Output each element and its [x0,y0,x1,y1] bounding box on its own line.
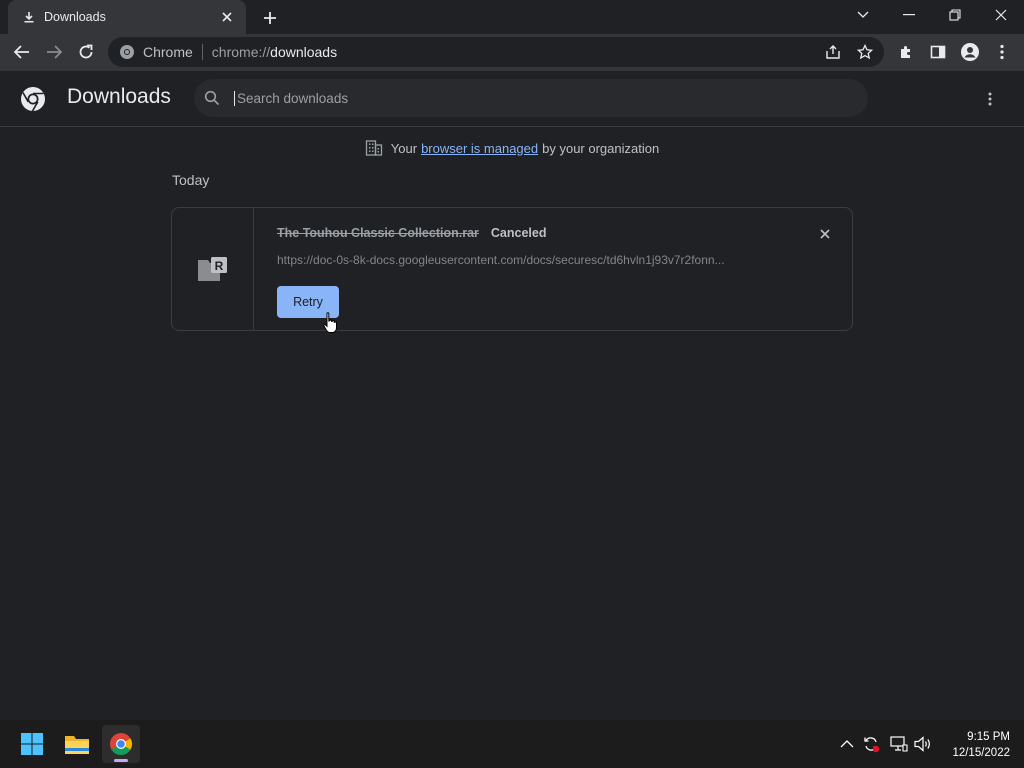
start-windows-icon[interactable] [13,725,51,763]
title-bar: Downloads [0,0,1024,34]
side-panel-icon[interactable] [923,37,953,67]
managed-prefix: Your [390,140,418,156]
back-button[interactable] [7,37,37,67]
file-name[interactable]: The Touhou Classic Collection.rar [277,226,479,240]
tab-search-chevron-down-icon[interactable] [840,0,886,30]
tab-downloads[interactable]: Downloads [8,0,246,34]
chrome-taskbar-icon[interactable] [102,725,140,763]
search-input[interactable] [234,90,834,106]
url-host: downloads [270,44,338,60]
tab-title: Downloads [44,10,106,24]
search-box[interactable] [194,79,868,117]
managed-notice: Your browser is managed by your organiza… [0,139,1024,157]
restore-button[interactable] [932,0,978,30]
file-info-row: The Touhou Classic Collection.rar Cancel… [277,226,546,240]
browser-toolbar: Chrome chrome:// downloads [0,34,1024,71]
download-status: Canceled [490,226,547,240]
search-icon [204,90,220,106]
svg-text:R: R [214,259,223,273]
hand-cursor-icon [322,311,338,335]
file-icon-column: R [172,208,254,330]
bookmark-star-icon[interactable] [856,43,874,61]
clock-time: 9:15 PM [967,731,1010,743]
download-icon [22,10,36,24]
download-item: R The Touhou Classic Collection.rar Canc… [171,207,853,331]
network-icon[interactable] [889,734,909,754]
building-icon [365,139,383,157]
chrome-menu-icon[interactable] [987,37,1017,67]
system-clock[interactable]: 9:15 PM 12/15/2022 [940,729,1010,761]
chrome-logo-icon [119,44,135,60]
profile-avatar-icon[interactable] [955,37,985,67]
managed-suffix: by your organization [542,140,660,156]
download-source-url[interactable]: https://doc-0s-8k-docs.googleusercontent… [277,253,777,267]
tab-close-icon[interactable] [218,8,236,26]
date-section-label: Today [172,172,210,188]
minimize-button[interactable] [886,0,932,30]
share-icon[interactable] [824,43,842,61]
volume-icon[interactable] [913,734,933,754]
page-title: Downloads [67,85,171,108]
remove-from-list-icon[interactable] [816,225,834,243]
rar-file-icon: R [196,255,230,283]
downloads-header: Downloads [0,71,1024,127]
clock-date: 12/15/2022 [952,747,1010,759]
address-bar[interactable]: Chrome chrome:// downloads [108,37,884,67]
file-explorer-icon[interactable] [58,725,96,763]
new-tab-button[interactable] [258,6,282,30]
browser-managed-link[interactable]: browser is managed [421,141,538,156]
more-actions-icon[interactable] [978,87,1002,111]
sync-alert-icon[interactable] [861,734,881,754]
close-window-button[interactable] [978,0,1024,30]
chevron-up-icon[interactable] [837,734,857,754]
reload-button[interactable] [71,37,101,67]
extensions-puzzle-icon[interactable] [891,37,921,67]
chrome-logo-icon [20,86,46,112]
url-scheme: chrome:// [211,44,271,60]
omnibox-divider [201,44,203,60]
windows-taskbar: 9:15 PM 12/15/2022 [0,720,1024,768]
active-app-indicator [114,759,128,762]
site-label: Chrome [143,44,193,60]
forward-button[interactable] [39,37,69,67]
